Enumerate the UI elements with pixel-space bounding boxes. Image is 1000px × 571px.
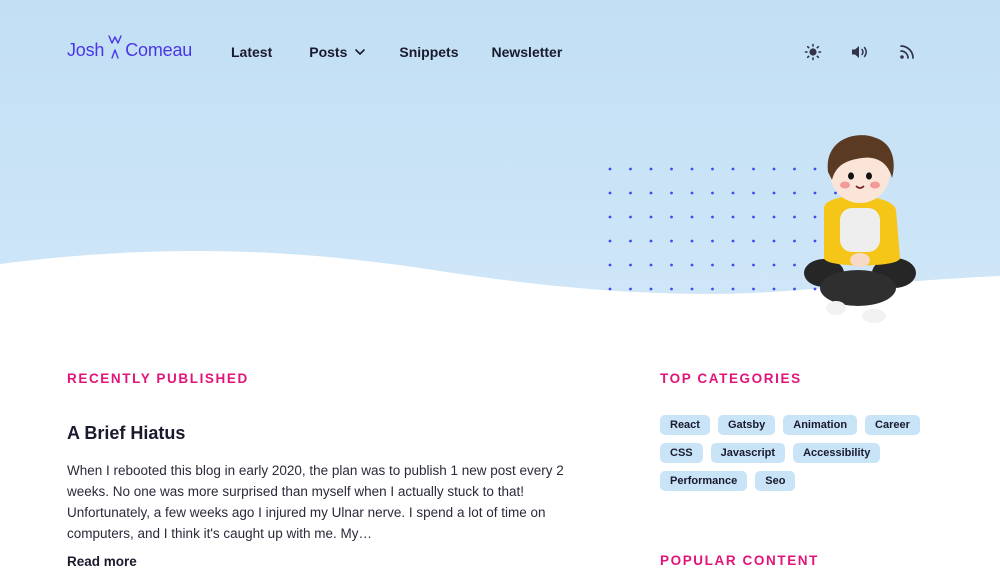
decoration-dot	[711, 191, 714, 195]
decoration-dot	[690, 167, 694, 171]
recently-published-heading: RECENTLY PUBLISHED	[67, 371, 249, 386]
category-tag[interactable]: Gatsby	[717, 415, 776, 435]
decoration-dot	[629, 287, 632, 291]
decoration-dot	[731, 263, 735, 267]
rss-feed-button[interactable]	[897, 42, 917, 62]
rss-icon	[900, 45, 914, 59]
decoration-dot	[752, 167, 755, 171]
category-tag-row: CSS Javascript Accessibility	[660, 443, 920, 463]
site-logo[interactable]: Josh Comeau	[67, 35, 193, 68]
category-tag[interactable]: Javascript	[710, 443, 786, 463]
category-tag[interactable]: CSS	[660, 443, 703, 463]
nav-snippets[interactable]: Snippets	[399, 42, 458, 62]
main-nav: Latest Posts Snippets Newsletter	[231, 42, 562, 62]
header-actions	[803, 42, 917, 62]
chevron-down-icon	[355, 49, 366, 55]
category-tag[interactable]: Career	[865, 415, 920, 435]
decoration-dot	[649, 215, 653, 219]
decoration-dot	[731, 239, 735, 243]
site-header: Josh Comeau Latest Posts Snippets Newsle…	[0, 0, 1000, 104]
decoration-dot	[711, 239, 714, 243]
nav-posts-label: Posts	[309, 44, 348, 60]
decoration-dot	[649, 191, 653, 195]
top-categories-heading: TOP CATEGORIES	[660, 371, 802, 386]
decoration-dot	[670, 287, 673, 291]
decoration-dot	[608, 239, 612, 243]
decoration-dot	[629, 215, 632, 219]
decoration-dot	[670, 239, 673, 243]
decoration-dot	[608, 191, 612, 195]
decoration-dot	[690, 263, 694, 267]
theme-toggle-button[interactable]	[803, 42, 823, 62]
decoration-dot	[670, 215, 673, 219]
logo-last-name: Comeau	[125, 40, 193, 60]
category-tag[interactable]: Animation	[783, 415, 858, 435]
decoration-dot	[711, 167, 714, 171]
decoration-dot	[752, 191, 755, 195]
decoration-dot	[629, 167, 632, 171]
decoration-dot	[690, 239, 694, 243]
decoration-dot	[711, 287, 714, 291]
decoration-dot	[608, 215, 612, 219]
decoration-dot	[670, 263, 673, 267]
avatar-illustration	[804, 135, 916, 323]
category-tag[interactable]: Seo	[755, 471, 796, 491]
decoration-dot	[629, 239, 632, 243]
decoration-dot	[752, 263, 755, 267]
post-title-link[interactable]: A Brief Hiatus	[67, 421, 185, 445]
decoration-dot	[670, 167, 673, 171]
decoration-dot	[772, 287, 776, 291]
category-tag[interactable]: React	[660, 415, 710, 435]
decoration-dot	[711, 215, 714, 219]
decoration-dot	[649, 239, 653, 243]
logo-mark-icon	[108, 35, 122, 59]
decoration-dot	[772, 239, 776, 243]
decoration-dot	[649, 263, 653, 267]
decoration-dot	[731, 215, 735, 219]
decoration-dot	[731, 167, 735, 171]
logo-first-name: Josh	[67, 40, 105, 60]
category-tag[interactable]: Performance	[660, 471, 748, 491]
decoration-dot	[772, 263, 776, 267]
decoration-dot	[629, 191, 632, 195]
decoration-dot	[772, 215, 776, 219]
decoration-dot	[690, 287, 694, 291]
nav-latest[interactable]: Latest	[231, 42, 272, 62]
read-more-link[interactable]: Read more	[67, 553, 137, 571]
category-tag-row: React Gatsby Animation Career	[660, 415, 920, 435]
sun-icon	[804, 43, 822, 61]
decoration-dot	[772, 191, 776, 195]
decoration-dot	[608, 167, 612, 171]
decoration-dot	[649, 287, 653, 291]
decoration-dot	[690, 215, 694, 219]
sound-toggle-button[interactable]	[850, 42, 870, 62]
decoration-dot	[731, 287, 735, 291]
category-tag[interactable]: Accessibility	[793, 443, 881, 463]
decoration-dot	[649, 167, 653, 171]
decoration-dot	[772, 167, 776, 171]
decoration-dot	[608, 287, 612, 291]
category-tag-row: Performance Seo	[660, 471, 920, 491]
decoration-dot	[711, 263, 714, 267]
popular-content-heading: POPULAR CONTENT	[660, 553, 819, 568]
nav-posts[interactable]: Posts	[309, 42, 366, 62]
post-excerpt: When I rebooted this blog in early 2020,…	[67, 463, 564, 541]
decoration-dot	[731, 191, 735, 195]
nav-newsletter[interactable]: Newsletter	[491, 42, 562, 62]
decoration-dot	[690, 191, 694, 195]
category-tag-list: React Gatsby Animation Career CSS Javascript A…	[660, 415, 920, 499]
decoration-dot	[752, 215, 755, 219]
decoration-dot	[752, 239, 755, 243]
decoration-dot	[752, 287, 755, 291]
decoration-dot	[629, 263, 632, 267]
decoration-dot	[670, 191, 673, 195]
speaker-icon	[852, 46, 867, 58]
decoration-dot	[608, 263, 612, 267]
